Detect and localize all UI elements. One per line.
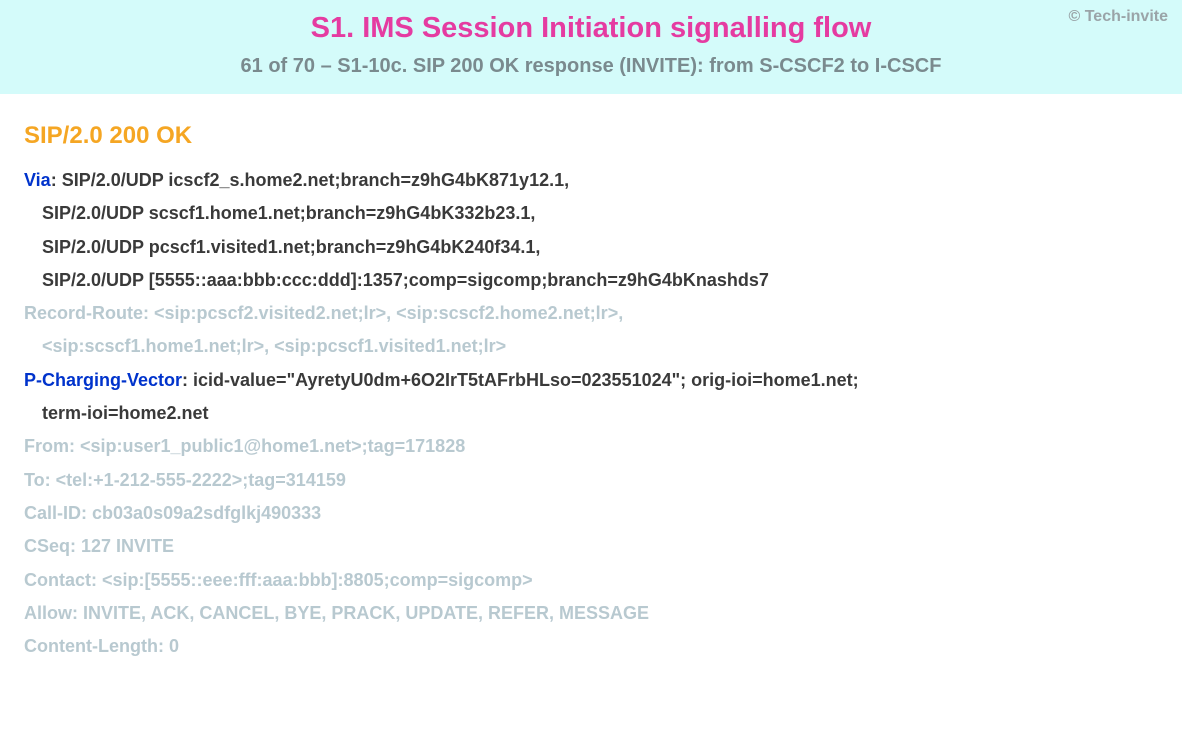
call-id-header-line: Call-ID: cb03a0s09a2sdfglkj490333 [24, 497, 1158, 530]
via-header-value-2: SIP/2.0/UDP pcscf1.visited1.net;branch=z… [24, 231, 1158, 264]
from-header-value: <sip:user1_public1@home1.net>;tag=171828 [80, 436, 465, 456]
p-charging-vector-header-name: P-Charging-Vector [24, 370, 182, 390]
via-header-value-1: SIP/2.0/UDP scscf1.home1.net;branch=z9hG… [24, 197, 1158, 230]
content-length-header-value: 0 [169, 636, 179, 656]
p-charging-vector-value-0: icid-value="AyretyU0dm+6O2IrT5tAFrbHLso=… [193, 370, 859, 390]
from-header-name: From [24, 436, 69, 456]
record-route-header-name: Record-Route [24, 303, 143, 323]
via-header-name: Via [24, 170, 51, 190]
to-header-name: To [24, 470, 45, 490]
content-length-header-name: Content-Length [24, 636, 158, 656]
contact-header-name: Contact [24, 570, 91, 590]
contact-header-line: Contact: <sip:[5555::eee:fff:aaa:bbb]:88… [24, 564, 1158, 597]
allow-header-name: Allow [24, 603, 72, 623]
record-route-value-1: <sip:scscf1.home1.net;lr>, <sip:pcscf1.v… [24, 330, 1158, 363]
page-title: S1. IMS Session Initiation signalling fl… [16, 12, 1166, 45]
via-header-value-3: SIP/2.0/UDP [5555::aaa:bbb:ccc:ddd]:1357… [24, 264, 1158, 297]
cseq-header-name: CSeq [24, 536, 70, 556]
allow-header-line: Allow: INVITE, ACK, CANCEL, BYE, PRACK, … [24, 597, 1158, 630]
cseq-header-value: 127 INVITE [81, 536, 174, 556]
sip-message-body: SIP/2.0 200 OK Via: SIP/2.0/UDP icscf2_s… [0, 94, 1182, 691]
record-route-value-0: <sip:pcscf2.visited2.net;lr>, <sip:scscf… [154, 303, 623, 323]
via-header-line-0: Via: SIP/2.0/UDP icscf2_s.home2.net;bran… [24, 164, 1158, 197]
page-subtitle: 61 of 70 – S1-10c. SIP 200 OK response (… [16, 55, 1166, 78]
p-charging-vector-line-0: P-Charging-Vector: icid-value="AyretyU0d… [24, 364, 1158, 397]
via-header-value-0: SIP/2.0/UDP icscf2_s.home2.net;branch=z9… [62, 170, 569, 190]
p-charging-vector-value-1: term-ioi=home2.net [24, 397, 1158, 430]
from-header-line: From: <sip:user1_public1@home1.net>;tag=… [24, 430, 1158, 463]
cseq-header-line: CSeq: 127 INVITE [24, 530, 1158, 563]
call-id-header-value: cb03a0s09a2sdfglkj490333 [92, 503, 321, 523]
contact-header-value: <sip:[5555::eee:fff:aaa:bbb]:8805;comp=s… [102, 570, 533, 590]
to-header-value: <tel:+1-212-555-2222>;tag=314159 [56, 470, 346, 490]
record-route-line-0: Record-Route: <sip:pcscf2.visited2.net;l… [24, 297, 1158, 330]
sip-status-line: SIP/2.0 200 OK [24, 122, 1158, 150]
copyright-text: © Tech-invite [1068, 8, 1168, 26]
header-banner: © Tech-invite S1. IMS Session Initiation… [0, 0, 1182, 94]
to-header-line: To: <tel:+1-212-555-2222>;tag=314159 [24, 464, 1158, 497]
call-id-header-name: Call-ID [24, 503, 81, 523]
content-length-header-line: Content-Length: 0 [24, 630, 1158, 663]
allow-header-value: INVITE, ACK, CANCEL, BYE, PRACK, UPDATE,… [83, 603, 649, 623]
